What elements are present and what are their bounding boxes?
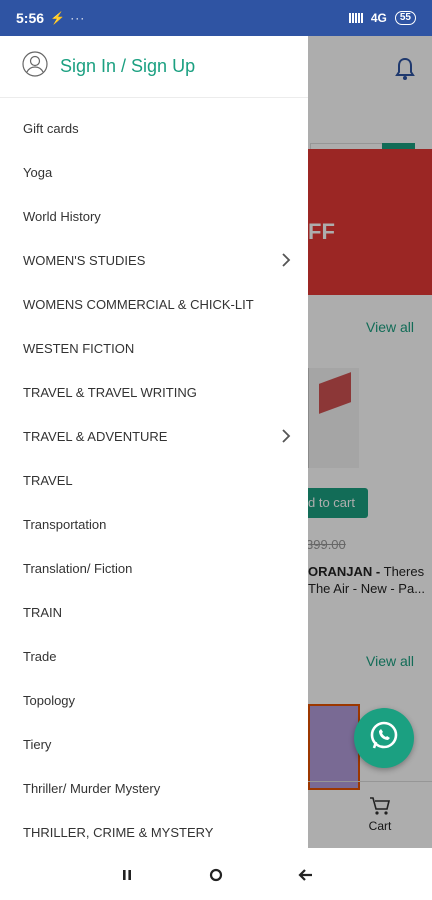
menu-item-label: TRAVEL xyxy=(23,472,73,488)
menu-item[interactable]: TRAIN xyxy=(0,590,308,634)
menu-item[interactable]: TRAVEL & ADVENTURE xyxy=(0,414,308,458)
status-bar: 5:56 ⚡ ··· 4G 55 xyxy=(0,0,432,36)
network-type: 4G xyxy=(370,11,387,25)
menu-item-label: Translation/ Fiction xyxy=(23,560,133,576)
menu-item-label: TRAVEL & TRAVEL WRITING xyxy=(23,384,197,400)
battery-icon: 55 xyxy=(394,11,416,25)
menu-item[interactable]: Yoga xyxy=(0,150,308,194)
menu-item-label: WOMEN'S STUDIES xyxy=(23,252,146,268)
menu-item-label: Transportation xyxy=(23,516,107,532)
whatsapp-button[interactable] xyxy=(354,708,414,768)
whatsapp-icon xyxy=(367,719,401,758)
status-right: 4G 55 xyxy=(348,11,416,26)
menu-item[interactable]: Tiery xyxy=(0,722,308,766)
menu-item[interactable]: Topology xyxy=(0,678,308,722)
menu-item-label: World History xyxy=(23,208,101,224)
chevron-right-icon[interactable] xyxy=(278,428,294,444)
recents-icon[interactable] xyxy=(118,866,136,884)
menu-item-label: TRAIN xyxy=(23,604,62,620)
menu-item[interactable]: Trade xyxy=(0,634,308,678)
back-icon[interactable] xyxy=(297,866,315,884)
menu-item[interactable]: World History xyxy=(0,194,308,238)
menu-item-label: Tiery xyxy=(23,736,52,752)
home-icon[interactable] xyxy=(207,866,225,884)
menu-item[interactable]: Thriller/ Murder Mystery xyxy=(0,766,308,810)
menu-item[interactable]: WOMENS COMMERCIAL & CHICK-LIT xyxy=(0,282,308,326)
menu-item[interactable]: Gift cards xyxy=(0,106,308,150)
menu-item[interactable]: THRILLER, CRIME & MYSTERY xyxy=(0,810,308,848)
navigation-drawer: Sign In / Sign Up Gift cards Yoga World … xyxy=(0,36,308,848)
menu-item-label: TRAVEL & ADVENTURE xyxy=(23,428,168,444)
notification-icons: ⚡ ··· xyxy=(50,11,86,25)
menu-item-label: THRILLER, CRIME & MYSTERY xyxy=(23,824,214,840)
menu-item[interactable]: Transportation xyxy=(0,502,308,546)
menu-item-label: Gift cards xyxy=(23,120,79,136)
menu-item-label: WOMENS COMMERCIAL & CHICK-LIT xyxy=(23,296,254,312)
status-time: 5:56 xyxy=(16,10,45,26)
menu-item[interactable]: WESTEN FICTION xyxy=(0,326,308,370)
user-avatar-icon xyxy=(22,51,48,82)
signal-icon xyxy=(348,11,363,26)
category-list: Gift cards Yoga World History WOMEN'S ST… xyxy=(0,106,308,848)
menu-item[interactable]: TRAVEL xyxy=(0,458,308,502)
menu-item-label: Yoga xyxy=(23,164,53,180)
menu-item-label: Topology xyxy=(23,692,76,708)
chevron-right-icon[interactable] xyxy=(278,252,294,268)
menu-item[interactable]: TRAVEL & TRAVEL WRITING xyxy=(0,370,308,414)
system-nav-bar xyxy=(0,848,432,900)
menu-item[interactable]: WOMEN'S STUDIES xyxy=(0,238,308,282)
menu-item-label: Trade xyxy=(23,648,57,664)
signin-header[interactable]: Sign In / Sign Up xyxy=(0,36,308,98)
menu-item-label: WESTEN FICTION xyxy=(23,340,135,356)
menu-item-label: Thriller/ Murder Mystery xyxy=(23,780,161,796)
menu-item[interactable]: Translation/ Fiction xyxy=(0,546,308,590)
signin-link[interactable]: Sign In / Sign Up xyxy=(60,56,195,77)
